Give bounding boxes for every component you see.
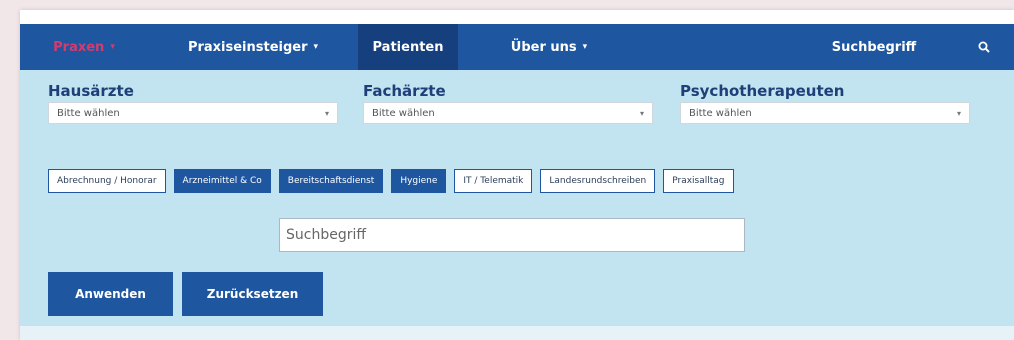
tag-abrechnung-honorar[interactable]: Abrechnung / Honorar bbox=[48, 169, 166, 193]
tag-it-telematik[interactable]: IT / Telematik bbox=[454, 169, 533, 193]
content-area bbox=[20, 326, 1014, 340]
chevron-down-icon: ▾ bbox=[582, 42, 588, 52]
chevron-down-icon: ▾ bbox=[110, 42, 115, 52]
nav-item-praxen[interactable]: Praxen ▾ bbox=[20, 24, 148, 70]
chevron-down-icon: ▾ bbox=[324, 108, 329, 118]
filter-title: Psychotherapeuten bbox=[680, 82, 845, 100]
nav-search-field[interactable]: Suchbegriff bbox=[794, 40, 954, 55]
tag-landesrundschreiben[interactable]: Landesrundschreiben bbox=[540, 169, 656, 193]
nav-search: Suchbegriff bbox=[794, 24, 1014, 70]
tag-praxisalltag[interactable]: Praxisalltag bbox=[663, 169, 734, 193]
nav-item-label: Über uns bbox=[510, 39, 577, 55]
nav-item-patienten[interactable]: Patienten bbox=[358, 24, 458, 70]
fachaerzte-select[interactable]: Bitte wählen ▾ bbox=[363, 102, 653, 124]
nav-item-label: Praxen bbox=[53, 39, 105, 55]
tag-arzneimittel[interactable]: Arzneimittel & Co bbox=[173, 169, 271, 193]
tag-hygiene[interactable]: Hygiene bbox=[391, 169, 447, 193]
hausaerzte-select[interactable]: Bitte wählen ▾ bbox=[48, 102, 338, 124]
psychotherapeuten-select[interactable]: Bitte wählen ▾ bbox=[680, 102, 970, 124]
filter-panel: Hausärzte Bitte wählen ▾ Fachärzte Bitte… bbox=[20, 70, 1014, 326]
filter-title: Hausärzte bbox=[48, 82, 134, 100]
apply-button[interactable]: Anwenden bbox=[48, 272, 173, 316]
select-value: Bitte wählen bbox=[689, 107, 752, 119]
filter-psychotherapeuten: Psychotherapeuten Bitte wählen ▾ bbox=[680, 82, 970, 124]
reset-button[interactable]: Zurücksetzen bbox=[182, 272, 323, 316]
page-frame: Praxen ▾ Praxiseinsteiger ▾ Patienten Üb… bbox=[20, 10, 1014, 340]
chevron-down-icon: ▾ bbox=[639, 108, 644, 118]
filter-title: Fachärzte bbox=[363, 82, 446, 100]
chevron-down-icon: ▾ bbox=[313, 42, 319, 52]
nav-item-praxiseinsteiger[interactable]: Praxiseinsteiger ▾ bbox=[148, 24, 358, 70]
tag-bereitschaftsdienst[interactable]: Bereitschaftsdienst bbox=[278, 169, 384, 193]
nav-search-button[interactable] bbox=[954, 24, 1014, 70]
chevron-down-icon: ▾ bbox=[956, 108, 961, 118]
nav-item-label: Patienten bbox=[372, 39, 444, 55]
filter-fachaerzte: Fachärzte Bitte wählen ▾ bbox=[363, 82, 653, 124]
main-navigation: Praxen ▾ Praxiseinsteiger ▾ Patienten Üb… bbox=[20, 24, 1014, 70]
search-input[interactable] bbox=[279, 218, 745, 252]
nav-item-ueber-uns[interactable]: Über uns ▾ bbox=[458, 24, 640, 70]
topic-tags: Abrechnung / Honorar Arzneimittel & Co B… bbox=[48, 169, 734, 193]
filter-hausaerzte: Hausärzte Bitte wählen ▾ bbox=[48, 82, 338, 124]
search-icon bbox=[978, 41, 990, 53]
select-value: Bitte wählen bbox=[372, 107, 435, 119]
select-value: Bitte wählen bbox=[57, 107, 120, 119]
nav-item-label: Praxiseinsteiger bbox=[187, 39, 308, 55]
